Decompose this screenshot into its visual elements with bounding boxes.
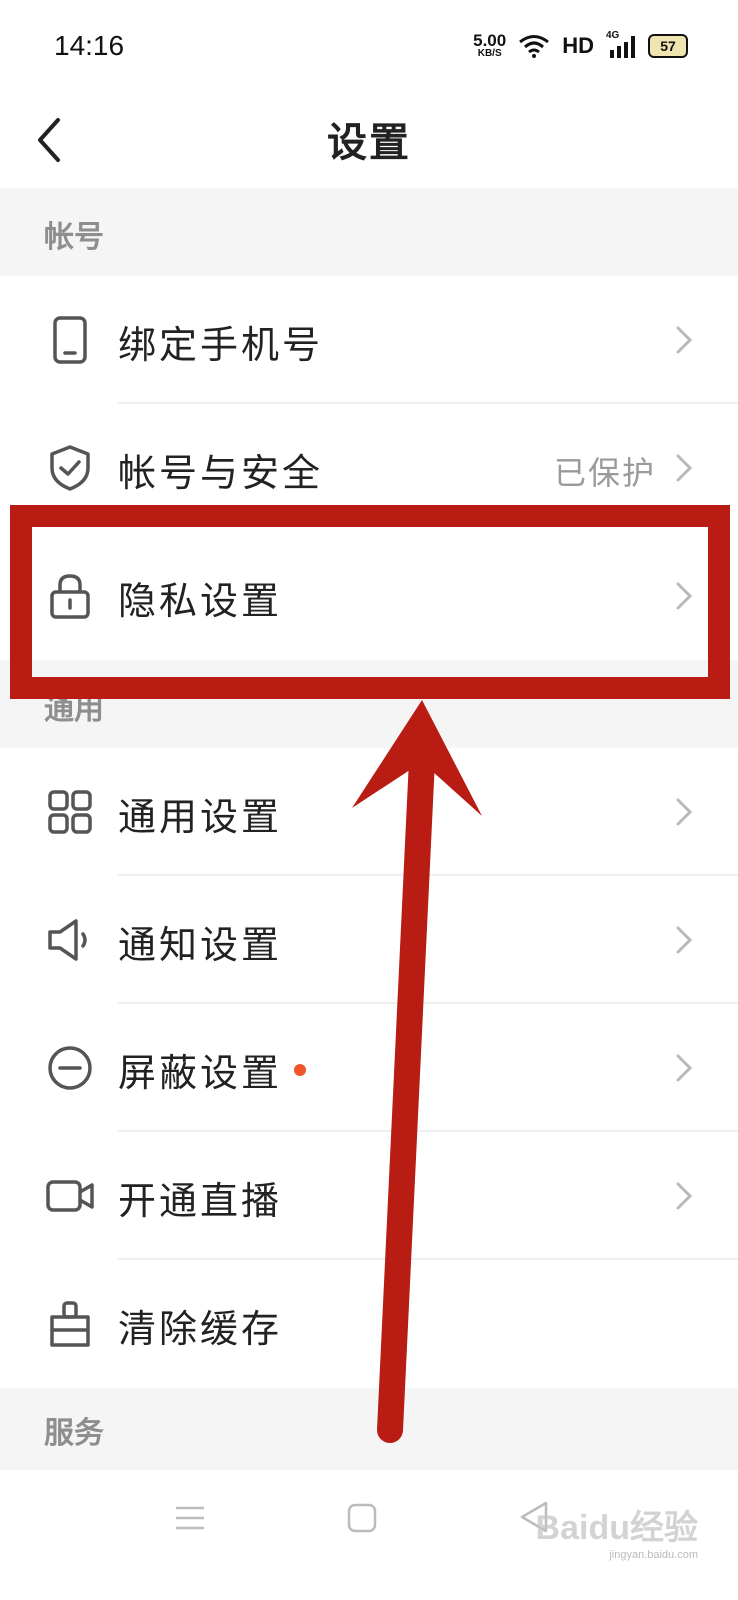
annotation-arrow <box>352 700 482 1443</box>
